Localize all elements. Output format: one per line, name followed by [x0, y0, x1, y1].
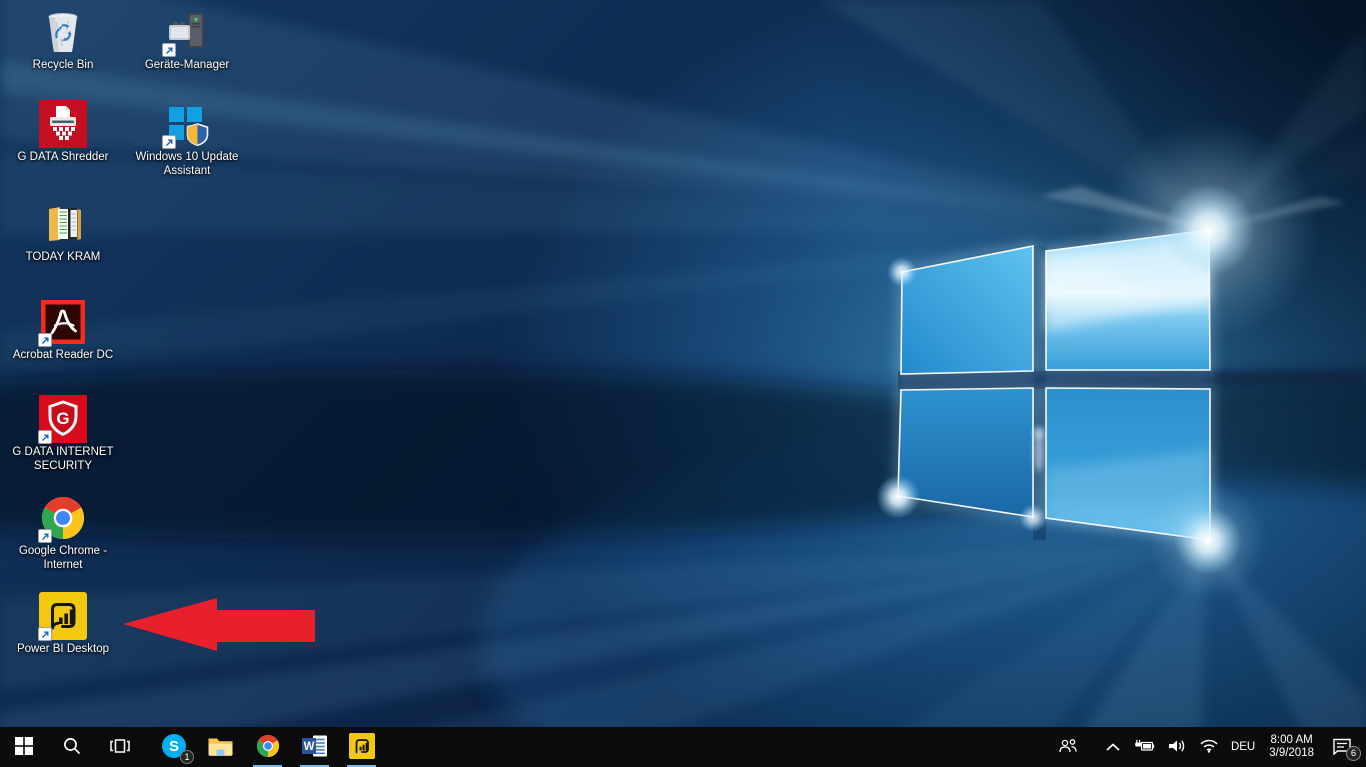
acrobat-icon [38, 298, 87, 347]
battery-charging-icon [1133, 739, 1155, 756]
chrome-icon [256, 734, 280, 761]
power-bi-icon [348, 732, 375, 762]
network-button[interactable] [1193, 727, 1225, 767]
taskbar-left-group: S 1 W [0, 727, 385, 767]
clock-time: 8:00 AM [1270, 734, 1313, 746]
power-bi-icon [38, 592, 87, 641]
people-icon [1057, 738, 1079, 757]
clock-date: 3/9/2018 [1269, 747, 1314, 759]
taskbar-chrome-button[interactable] [244, 727, 291, 767]
volume-button[interactable] [1161, 727, 1193, 767]
desktop-icon-gdata-internet-security[interactable]: G G DATA INTERNET SECURITY [7, 395, 119, 473]
desktop-icon-label: Windows 10 Update Assistant [135, 151, 239, 177]
volume-icon [1167, 738, 1187, 757]
desktop-icon-label: Power BI Desktop [16, 643, 110, 655]
desktop-icon-label: TODAY KRAM [25, 251, 101, 263]
tray-overflow-button[interactable] [1099, 727, 1127, 767]
language-indicator[interactable]: DEU [1225, 727, 1261, 767]
windows-desktop: Recycle Bin Geräte-Manager G DATA Shredd… [0, 0, 1366, 767]
desktop-icon-label: Acrobat Reader DC [12, 349, 114, 361]
windows-shield-icon [162, 100, 211, 149]
shortcut-arrow-icon [162, 135, 176, 149]
folder-documents-icon [39, 200, 87, 248]
desktop-icon-win10-update-assistant[interactable]: Windows 10 Update Assistant [131, 100, 243, 178]
skype-notification-badge: 1 [180, 750, 194, 764]
chevron-up-icon [1105, 740, 1121, 755]
shortcut-arrow-icon [38, 333, 52, 347]
desktop-icon-label: Google Chrome - Internet [18, 545, 108, 571]
svg-text:G: G [56, 409, 69, 428]
recycle-bin-icon [39, 8, 87, 56]
gdata-shield-icon: G [38, 395, 87, 444]
desktop-icon-label: Recycle Bin [32, 59, 94, 71]
shortcut-arrow-icon [162, 43, 176, 57]
desktop-icon-recycle-bin[interactable]: Recycle Bin [7, 8, 119, 73]
annotation-arrow [123, 598, 315, 651]
notification-count-badge: 6 [1346, 746, 1361, 761]
task-view-button[interactable] [96, 727, 144, 767]
system-tray: DEU 8:00 AM 3/9/2018 6 [1051, 727, 1366, 767]
start-button[interactable] [0, 727, 48, 767]
task-view-icon [109, 737, 131, 758]
svg-text:W: W [303, 741, 314, 753]
desktop-icon-label: G DATA INTERNET SECURITY [12, 446, 114, 472]
desktop-icon-geraete-manager[interactable]: Geräte-Manager [131, 8, 243, 73]
desktop-icon-power-bi[interactable]: Power BI Desktop [7, 592, 119, 657]
taskbar-skype-button[interactable]: S 1 [150, 727, 197, 767]
svg-text:S: S [168, 738, 178, 755]
shortcut-arrow-icon [38, 430, 52, 444]
people-button[interactable] [1051, 727, 1085, 767]
desktop-icon-gdata-shredder[interactable]: G DATA Shredder [7, 100, 119, 165]
word-icon: W [300, 733, 330, 762]
shortcut-arrow-icon [38, 529, 52, 543]
start-icon [15, 736, 33, 758]
wifi-icon [1199, 738, 1219, 756]
device-manager-icon [162, 8, 211, 57]
shortcut-arrow-icon [38, 627, 52, 641]
desktop-icon-label: G DATA Shredder [17, 151, 109, 163]
desktop-icon-google-chrome[interactable]: Google Chrome - Internet [7, 494, 119, 572]
shredder-icon [39, 100, 87, 148]
desktop-icon-label: Geräte-Manager [144, 59, 230, 71]
battery-button[interactable] [1127, 727, 1161, 767]
desktop-icon-acrobat-reader[interactable]: Acrobat Reader DC [7, 298, 119, 363]
taskbar: S 1 W DEU 8:00 AM 3/9/2018 6 [0, 727, 1366, 767]
annotation-arrow-shape [123, 598, 315, 651]
chrome-icon [38, 494, 87, 543]
file-explorer-icon [207, 733, 234, 762]
action-center-button[interactable]: 6 [1322, 727, 1362, 767]
taskbar-word-button[interactable]: W [291, 727, 338, 767]
search-icon [62, 736, 82, 759]
desktop-icon-today-kram[interactable]: TODAY KRAM [7, 200, 119, 265]
tray-spacer [1085, 727, 1099, 767]
search-button[interactable] [48, 727, 96, 767]
clock[interactable]: 8:00 AM 3/9/2018 [1261, 727, 1322, 767]
taskbar-file-explorer-button[interactable] [197, 727, 244, 767]
taskbar-power-bi-button[interactable] [338, 727, 385, 767]
